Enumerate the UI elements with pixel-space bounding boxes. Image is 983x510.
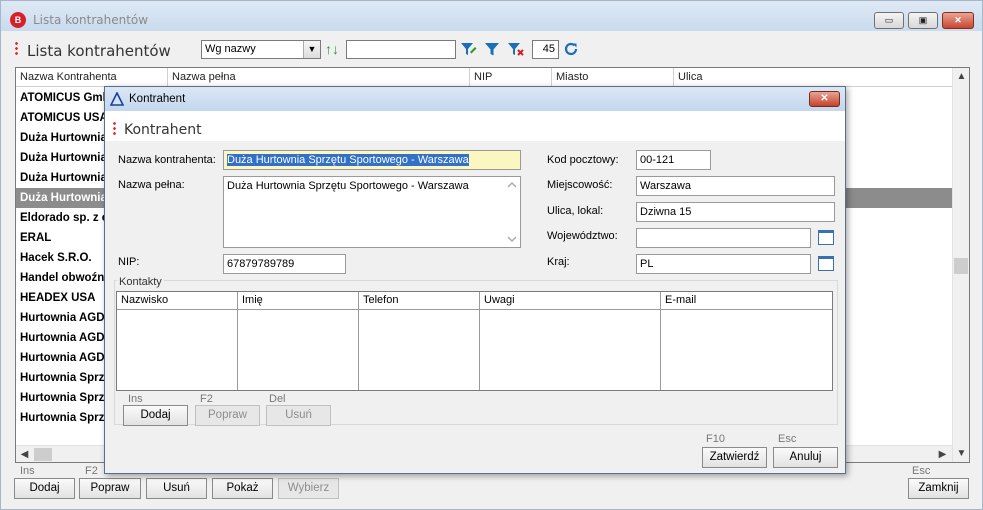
contacts-cell-area [117, 310, 238, 390]
contacts-hotkey-delete: Del [269, 393, 286, 405]
column-header-ulica[interactable]: Ulica [674, 68, 952, 87]
filter-edit-icon[interactable] [459, 40, 477, 58]
wojewodztwo-label: Województwo: [547, 230, 618, 242]
drag-handle-icon [113, 121, 116, 136]
scroll-down-icon[interactable]: ▼ [953, 445, 969, 462]
dialog-heading: Kontrahent [124, 122, 202, 138]
folder-picker-icon[interactable] [818, 230, 834, 245]
contacts-delete-button[interactable]: Usuń [266, 405, 331, 426]
ulica-label: Ulica, lokal: [547, 205, 604, 217]
sort-direction-icon[interactable]: ↑↓ [325, 40, 343, 58]
scroll-left-icon[interactable]: ◀ [16, 446, 33, 462]
column-header-nazwa-pelna[interactable]: Nazwa pełna [168, 68, 470, 87]
kod-pocztowy-field[interactable]: 00-121 [636, 150, 711, 170]
nazwa-kontrahenta-value: Duża Hurtownia Sprzętu Sportowego - Wars… [227, 154, 469, 166]
hotkey-add: Ins [20, 465, 35, 477]
count-field[interactable]: 45 [532, 40, 559, 59]
edit-button[interactable]: Popraw [79, 478, 141, 499]
show-button[interactable]: Pokaż [212, 478, 273, 499]
page-title: Lista kontrahentów [27, 42, 171, 60]
contractor-dialog: Kontrahent ✕ Kontrahent Nazwa kontrahent… [104, 86, 846, 474]
contacts-column-nazwisko[interactable]: Nazwisko [117, 292, 238, 310]
vertical-scrollbar[interactable]: ▲ ▼ [952, 68, 969, 462]
kraj-label: Kraj: [547, 256, 570, 268]
column-header-nazwa-kontrahenta[interactable]: Nazwa Kontrahenta [16, 68, 168, 87]
hotkey-cancel: Esc [778, 433, 797, 445]
folder-picker-icon[interactable] [818, 256, 834, 271]
kraj-field[interactable]: PL [636, 254, 811, 274]
close-window-button[interactable]: ✕ [942, 12, 974, 29]
sort-select[interactable]: Wg nazwy ▼ [201, 40, 321, 59]
contacts-edit-button[interactable]: Popraw [195, 405, 260, 426]
nazwa-kontrahenta-label: Nazwa kontrahenta: [118, 154, 216, 166]
nip-label: NIP: [118, 256, 140, 268]
wojewodztwo-field[interactable] [636, 228, 811, 248]
scroll-up-icon[interactable]: ▲ [953, 68, 969, 85]
contacts-cell-area [480, 310, 661, 390]
contacts-legend: Kontakty [117, 276, 164, 288]
add-button[interactable]: Dodaj [14, 478, 75, 499]
contacts-hotkey-add: Ins [128, 393, 143, 405]
dialog-triangle-icon [109, 91, 125, 106]
horizontal-scroll-thumb[interactable] [34, 448, 52, 461]
dialog-titlebar[interactable]: Kontrahent ✕ [105, 87, 845, 111]
nazwa-pelna-textarea[interactable]: Duża Hurtownia Sprzętu Sportowego - Wars… [223, 176, 521, 248]
miejscowosc-field[interactable]: Warszawa [636, 176, 835, 196]
app-logo-icon: B [10, 12, 26, 28]
refresh-icon[interactable] [562, 40, 580, 58]
restore-button[interactable]: ▣ [908, 12, 938, 29]
contacts-hotkey-edit: F2 [200, 393, 213, 405]
kod-pocztowy-label: Kod pocztowy: [547, 154, 619, 166]
minimize-button[interactable]: ▭ [874, 12, 904, 29]
grid-header: Nazwa Kontrahenta Nazwa pełna NIP Miasto… [16, 68, 952, 87]
dialog-close-button[interactable]: ✕ [809, 91, 840, 107]
contacts-cell-area [238, 310, 359, 390]
contacts-column-imie[interactable]: Imię [238, 292, 359, 310]
contacts-cell-area [359, 310, 480, 390]
hotkey-confirm: F10 [706, 433, 725, 445]
sort-select-value: Wg nazwy [205, 43, 256, 55]
confirm-button[interactable]: Zatwierdź [702, 447, 767, 468]
ulica-field[interactable]: Dziwna 15 [636, 202, 835, 222]
window-title: Lista kontrahentów [33, 13, 149, 27]
contacts-column-telefon[interactable]: Telefon [359, 292, 480, 310]
contacts-add-button[interactable]: Dodaj [123, 405, 188, 426]
dialog-header [105, 111, 845, 141]
scroll-right-icon[interactable]: ▶ [934, 446, 951, 462]
cancel-button[interactable]: Anuluj [773, 447, 838, 468]
contacts-grid[interactable]: Nazwisko Imię Telefon Uwagi E-mail [116, 291, 833, 391]
hotkey-close: Esc [912, 465, 931, 477]
contacts-column-uwagi[interactable]: Uwagi [480, 292, 661, 310]
filter-clear-icon[interactable] [507, 40, 525, 58]
main-titlebar[interactable]: B Lista kontrahentów ▭ ▣ ✕ [1, 1, 982, 31]
drag-handle-icon [15, 41, 18, 56]
delete-button[interactable]: Usuń [146, 478, 207, 499]
textarea-scrollbar[interactable] [506, 179, 518, 245]
contacts-column-email[interactable]: E-mail [661, 292, 832, 310]
close-button[interactable]: Zamknij [908, 478, 969, 499]
vertical-scroll-thumb[interactable] [954, 258, 968, 274]
search-input[interactable] [346, 40, 456, 59]
choose-button[interactable]: Wybierz [278, 478, 339, 499]
filter-icon[interactable] [483, 40, 501, 58]
dialog-title: Kontrahent [129, 93, 186, 105]
nazwa-kontrahenta-field[interactable]: Duża Hurtownia Sprzętu Sportowego - Wars… [223, 150, 521, 170]
nazwa-pelna-value: Duża Hurtownia Sprzętu Sportowego - Wars… [227, 180, 469, 192]
miejscowosc-label: Miejscowość: [547, 179, 613, 191]
column-header-miasto[interactable]: Miasto [552, 68, 674, 87]
hotkey-edit: F2 [85, 465, 98, 477]
chevron-down-icon[interactable]: ▼ [303, 41, 320, 58]
nazwa-pelna-label: Nazwa pełna: [118, 179, 185, 191]
column-header-nip[interactable]: NIP [470, 68, 552, 87]
nip-field[interactable]: 67879789789 [223, 254, 346, 274]
